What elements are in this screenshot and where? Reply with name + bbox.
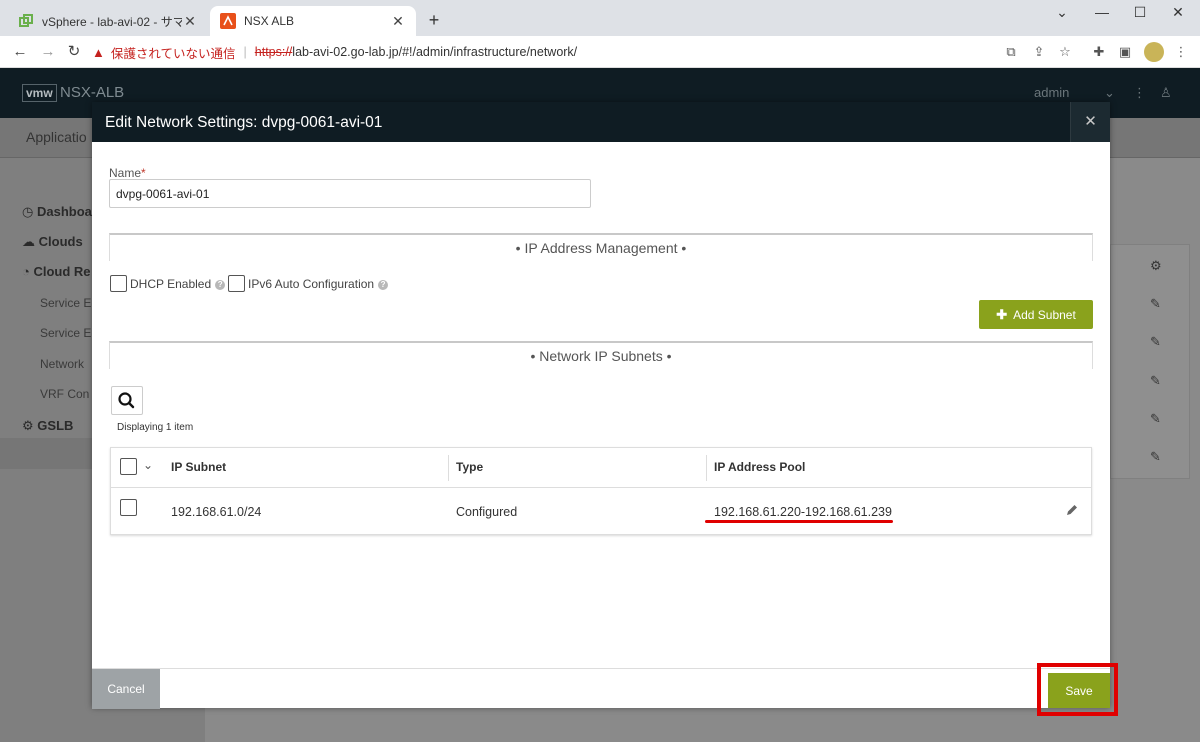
- sidebar-item-clouds[interactable]: ☁ Clouds: [22, 234, 83, 250]
- close-tab-icon[interactable]: ✕: [390, 13, 406, 30]
- address-bar[interactable]: ▲ 保護されていない通信 | https:// lab-avi-02.go-la…: [92, 40, 1092, 64]
- maximize-icon[interactable]: ☐: [1130, 4, 1150, 21]
- pool-highlight-underline: [705, 520, 893, 523]
- bookmark-star-icon[interactable]: ☆: [1056, 43, 1074, 61]
- extensions-icon[interactable]: ✚: [1090, 43, 1108, 61]
- tab-nsx-alb[interactable]: NSX ALB ✕: [210, 6, 416, 36]
- cancel-button[interactable]: Cancel: [92, 669, 160, 709]
- search-icon: [118, 392, 135, 409]
- edit-pencil-icon[interactable]: ✎: [1150, 373, 1161, 389]
- save-button[interactable]: Save: [1048, 673, 1110, 708]
- sidebar-item-cloud-resources[interactable]: ◔ Cloud Re: [22, 264, 91, 279]
- new-tab-icon[interactable]: +: [426, 10, 442, 31]
- sidebar-item-service-engine[interactable]: Service E: [40, 296, 91, 310]
- edit-pencil-icon[interactable]: ✎: [1150, 449, 1161, 465]
- column-divider: [448, 455, 449, 481]
- close-icon[interactable]: ✕: [1070, 102, 1110, 142]
- settings-gear-icon[interactable]: ⚙: [1150, 258, 1162, 274]
- ip-address-management-section: • IP Address Management •: [109, 233, 1093, 261]
- subnet-table: ⌄ IP Subnet Type IP Address Pool 192.168…: [110, 447, 1092, 535]
- modal-header: Edit Network Settings: dvpg-0061-avi-01 …: [92, 102, 1110, 142]
- tab-title: NSX ALB: [244, 14, 295, 28]
- dhcp-enabled-checkbox[interactable]: [110, 275, 127, 292]
- name-input[interactable]: [109, 179, 591, 208]
- chevron-down-icon[interactable]: ⌄: [1052, 4, 1072, 21]
- app-name: NSX-ALB: [60, 84, 125, 101]
- side-panel-icon[interactable]: ▣: [1116, 43, 1134, 61]
- ipv6-auto-config-checkbox[interactable]: [228, 275, 245, 292]
- chevron-down-icon[interactable]: ⌄: [143, 458, 153, 472]
- ipv6-auto-config-label: IPv6 Auto Configuration?: [248, 277, 389, 291]
- reload-icon[interactable]: ↻: [64, 42, 84, 62]
- section-heading: • IP Address Management •: [515, 240, 687, 256]
- translate-icon[interactable]: ⧉: [1002, 43, 1020, 61]
- edit-pencil-icon[interactable]: ✎: [1150, 296, 1161, 312]
- dhcp-enabled-label: DHCP Enabled?: [130, 277, 226, 291]
- required-marker: *: [141, 166, 146, 180]
- tab-title: vSphere - lab-avi-02 - サマリ: [42, 14, 182, 29]
- row-checkbox[interactable]: [120, 499, 137, 516]
- column-divider: [706, 455, 707, 481]
- url-scheme: https://: [254, 45, 293, 59]
- cloud-resources-icon: ◔: [22, 264, 34, 279]
- plus-icon: ✚: [996, 306, 1008, 322]
- sidebar-item-dashboard[interactable]: ◷ Dashboa: [22, 204, 92, 220]
- sidebar-item-gslb[interactable]: ⚙ GSLB: [22, 418, 73, 434]
- modal-title: Edit Network Settings: dvpg-0061-avi-01: [105, 114, 383, 131]
- sidebar-item-networks[interactable]: Network: [40, 357, 84, 371]
- cell-type: Configured: [456, 505, 518, 519]
- share-icon[interactable]: ⇪: [1030, 43, 1048, 61]
- forward-icon[interactable]: →: [38, 42, 58, 62]
- vsphere-icon: [19, 14, 33, 27]
- select-all-checkbox[interactable]: [120, 458, 137, 475]
- vmw-logo: vmw: [22, 84, 57, 102]
- displaying-count: Displaying 1 item: [117, 422, 194, 433]
- search-button[interactable]: [111, 386, 143, 415]
- warning-icon: ▲: [92, 44, 105, 60]
- address-separator: |: [243, 45, 247, 59]
- table-header: ⌄ IP Subnet Type IP Address Pool: [111, 448, 1091, 488]
- column-header-type[interactable]: Type: [456, 460, 483, 474]
- column-header-ip-subnet[interactable]: IP Subnet: [171, 460, 226, 474]
- background-table: [1110, 244, 1190, 479]
- cell-ip-subnet: 192.168.61.0/24: [171, 505, 262, 519]
- table-row[interactable]: 192.168.61.0/24 Configured 192.168.61.22…: [111, 488, 1091, 534]
- nsx-alb-icon: [220, 13, 236, 29]
- edit-pencil-icon[interactable]: [1064, 502, 1080, 518]
- help-icon[interactable]: ?: [215, 280, 226, 290]
- chevron-down-icon[interactable]: ⌄: [1104, 85, 1115, 101]
- edit-pencil-icon[interactable]: ✎: [1150, 334, 1161, 350]
- back-icon[interactable]: ←: [10, 42, 30, 62]
- network-ip-subnets-section: • Network IP Subnets •: [109, 341, 1093, 369]
- browser-toolbar: ← → ↻ ▲ 保護されていない通信 | https:// lab-avi-02…: [0, 36, 1200, 68]
- cloud-icon: ☁: [22, 234, 39, 249]
- subnav-applications[interactable]: Applicatio: [26, 129, 87, 145]
- edit-network-modal: Edit Network Settings: dvpg-0061-avi-01 …: [92, 102, 1110, 709]
- minimize-icon[interactable]: —: [1092, 4, 1112, 20]
- section-heading: • Network IP Subnets •: [530, 348, 672, 364]
- user-icon[interactable]: ♙: [1160, 85, 1172, 101]
- menu-kebab-icon[interactable]: ⋮: [1172, 43, 1190, 61]
- browser-tab-bar: vSphere - lab-avi-02 - サマリ ✕ NSX ALB ✕ +…: [0, 0, 1200, 36]
- security-warning: 保護されていない通信: [110, 46, 236, 61]
- edit-pencil-icon[interactable]: ✎: [1150, 411, 1161, 427]
- help-icon[interactable]: ?: [378, 280, 389, 290]
- modal-footer: Cancel Save: [92, 668, 1110, 709]
- user-menu[interactable]: admin: [1034, 85, 1069, 100]
- close-window-icon[interactable]: ✕: [1168, 4, 1188, 21]
- column-header-ip-address-pool[interactable]: IP Address Pool: [714, 460, 805, 474]
- dashboard-icon: ◷: [22, 204, 37, 219]
- sidebar-item-service-engine-group[interactable]: Service E: [40, 326, 91, 340]
- sidebar-item-vrf-context[interactable]: VRF Con: [40, 387, 89, 401]
- name-label: Name*: [109, 166, 146, 180]
- close-tab-icon[interactable]: ✕: [182, 13, 198, 30]
- tab-vsphere[interactable]: vSphere - lab-avi-02 - サマリ ✕: [8, 6, 208, 36]
- add-subnet-button[interactable]: ✚ Add Subnet: [979, 300, 1093, 329]
- gslb-icon: ⚙: [22, 418, 38, 433]
- url-text: lab-avi-02.go-lab.jp/#!/admin/infrastruc…: [292, 45, 578, 59]
- profile-avatar[interactable]: [1144, 42, 1164, 62]
- cell-ip-address-pool: 192.168.61.220-192.168.61.239: [714, 505, 892, 519]
- kebab-icon[interactable]: ⋮: [1133, 85, 1146, 101]
